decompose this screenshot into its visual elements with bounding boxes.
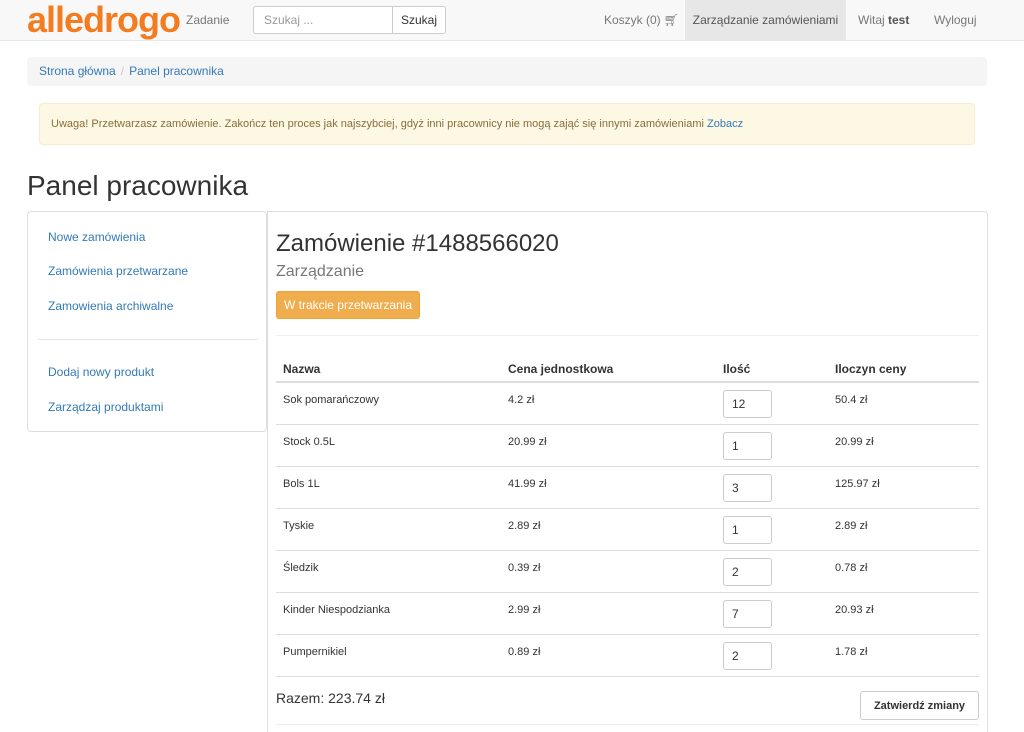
cell-price: 4.2 zł	[508, 394, 535, 406]
page-title: Panel pracownika	[27, 170, 249, 201]
table-row: Stock 0.5L 20.99 zł 20.99 zł	[276, 425, 979, 467]
cell-name: Pumpernikiel	[283, 646, 347, 658]
alert-link[interactable]: Zobacz	[707, 118, 743, 130]
cell-total: 0.78 zł	[835, 562, 868, 574]
cell-name: Kinder Niespodzianka	[283, 604, 391, 616]
table-row: Śledzik 0.39 zł 0.78 zł	[276, 551, 979, 593]
quantity-input[interactable]	[723, 516, 772, 544]
header-name: Nazwa	[283, 362, 321, 376]
cart-label: Koszyk (0)	[604, 13, 661, 27]
order-subtitle: Zarządzanie	[276, 263, 365, 280]
table-row: Kinder Niespodzianka 2.99 zł 20.93 zł	[276, 593, 979, 635]
cell-total: 50.4 zł	[835, 394, 868, 406]
quantity-input[interactable]	[723, 600, 772, 628]
cell-total: 1.78 zł	[835, 646, 868, 658]
nav-manage-orders[interactable]: Zarządzanie zamówieniami	[685, 0, 846, 40]
username: test	[888, 13, 910, 27]
sidebar-item-new-orders[interactable]: Nowe zamówienia	[48, 230, 145, 244]
cell-name: Stock 0.5L	[283, 436, 335, 448]
header-unit-price: Cena jednostkowa	[508, 362, 614, 376]
quantity-input[interactable]	[723, 558, 772, 586]
sidebar-item-manage-products[interactable]: Zarządzaj produktami	[48, 400, 163, 414]
quantity-input[interactable]	[723, 432, 772, 460]
cell-total: 20.99 zł	[835, 436, 874, 448]
cell-price: 41.99 zł	[508, 478, 547, 490]
cell-total: 20.93 zł	[835, 604, 874, 616]
quantity-input[interactable]	[723, 474, 772, 502]
cell-total: 2.89 zł	[835, 520, 868, 532]
cell-name: Bols 1L	[283, 478, 320, 490]
status-button[interactable]: W trakcie przetwarzania	[276, 291, 420, 319]
sidebar-item-processing-orders[interactable]: Zamówienia przetwarzane	[48, 264, 188, 278]
cell-name: Śledzik	[283, 562, 319, 574]
cell-price: 2.99 zł	[508, 604, 541, 616]
order-panel: Zamówienie #1488566020 Zarządzanie W tra…	[267, 211, 988, 732]
table-row: Tyskie 2.89 zł 2.89 zł	[276, 509, 979, 551]
table-row: Sok pomarańczowy 4.2 zł 50.4 zł	[276, 383, 979, 425]
cell-total: 125.97 zł	[835, 478, 880, 490]
header-quantity: Ilość	[723, 362, 751, 376]
cell-price: 20.99 zł	[508, 436, 547, 448]
search-input[interactable]	[253, 6, 393, 34]
nav-logout-link[interactable]: Wyloguj	[934, 0, 977, 40]
breadcrumb-home[interactable]: Strona główna	[39, 64, 116, 78]
nav-welcome[interactable]: Witaj test	[858, 0, 909, 40]
sidebar-divider	[38, 339, 258, 340]
cell-price: 2.89 zł	[508, 520, 541, 532]
header-total: Iloczyn ceny	[835, 362, 907, 376]
shopping-cart-icon: 🛒︎	[663, 13, 679, 27]
cell-price: 0.39 zł	[508, 562, 541, 574]
divider	[276, 335, 979, 336]
quantity-input[interactable]	[723, 390, 772, 418]
nav-cart-link[interactable]: Koszyk (0) 🛒︎	[604, 0, 679, 40]
breadcrumb-separator: /	[120, 64, 125, 78]
confirm-changes-button[interactable]: Zatwierdź zmiany	[860, 691, 979, 720]
sidebar-item-archived-orders[interactable]: Zamowienia archiwalne	[48, 299, 173, 313]
table-row: Bols 1L 41.99 zł 125.97 zł	[276, 467, 979, 509]
cell-price: 0.89 zł	[508, 646, 541, 658]
sidebar: Nowe zamówienia Zamówienia przetwarzane …	[27, 211, 267, 432]
order-total: Razem: 223.74 zł	[276, 690, 385, 706]
welcome-prefix: Witaj	[858, 13, 885, 27]
divider	[276, 724, 979, 725]
quantity-input[interactable]	[723, 642, 772, 670]
table-header: Nazwa Cena jednostkowa Ilość Iloczyn cen…	[276, 353, 979, 383]
alert-message: Uwaga! Przetwarzasz zamówienie. Zakończ …	[51, 118, 704, 130]
order-items-table: Nazwa Cena jednostkowa Ilość Iloczyn cen…	[276, 353, 979, 677]
top-navbar: alledrogo Zadanie Szukaj Koszyk (0)🛒︎ Za…	[0, 0, 1024, 41]
sidebar-item-add-product[interactable]: Dodaj nowy produkt	[48, 365, 154, 379]
warning-alert: Uwaga! Przetwarzasz zamówienie. Zakończ …	[39, 103, 975, 145]
breadcrumb: Strona główna / Panel pracownika	[27, 57, 987, 86]
cell-name: Tyskie	[283, 520, 315, 532]
brand-logo[interactable]: alledrogo	[27, 0, 181, 40]
breadcrumb-current[interactable]: Panel pracownika	[129, 64, 224, 78]
cell-name: Sok pomarańczowy	[283, 394, 379, 406]
search-button[interactable]: Szukaj	[392, 6, 446, 34]
nav-task-link[interactable]: Zadanie	[186, 0, 229, 40]
table-row: Pumpernikiel 0.89 zł 1.78 zł	[276, 635, 979, 677]
order-title: Zamówienie #1488566020	[276, 230, 559, 257]
